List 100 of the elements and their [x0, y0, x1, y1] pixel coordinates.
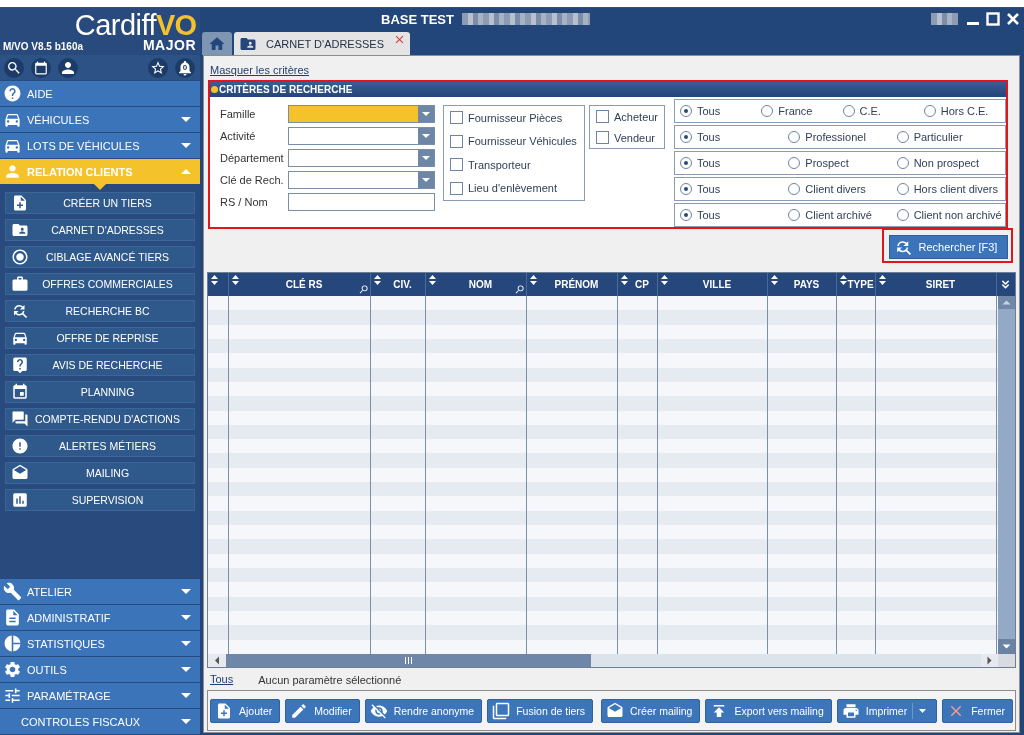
radio-button[interactable]	[680, 209, 692, 221]
scroll-left-icon[interactable]	[208, 654, 226, 667]
radio-button[interactable]	[788, 131, 801, 143]
radio-button[interactable]	[680, 105, 692, 117]
radio-label[interactable]: Professionel	[805, 131, 866, 143]
maximize-icon[interactable]	[986, 12, 1000, 26]
submenu-item[interactable]: OFFRES COMMERCIALES	[5, 273, 195, 295]
radio-label[interactable]: Tous	[697, 105, 721, 117]
home-tab[interactable]	[202, 32, 232, 55]
sort-arrows-icon[interactable]	[374, 275, 381, 285]
favorites-button[interactable]	[148, 57, 168, 78]
search-button[interactable]: Rechercher [F3]	[889, 235, 1008, 259]
checkbox[interactable]	[596, 131, 609, 144]
caret-down-icon[interactable]	[919, 708, 927, 713]
search-button[interactable]	[4, 57, 24, 78]
radio-button[interactable]	[896, 157, 909, 169]
search-icon[interactable]	[514, 284, 525, 295]
radio-button[interactable]	[788, 157, 801, 169]
dropdown-caret-icon[interactable]	[418, 150, 434, 166]
sidebar-item[interactable]: STATISTIQUES	[0, 631, 200, 656]
radio-button[interactable]	[788, 183, 801, 195]
submenu-item[interactable]: CRÉER UN TIERS	[5, 192, 195, 214]
sidebar-item[interactable]: PARAMÉTRAGE	[0, 683, 200, 708]
sidebar-item[interactable]: OUTILS	[0, 657, 200, 682]
action-button[interactable]: Export vers mailing	[705, 698, 832, 723]
dropdown-caret-icon[interactable]	[418, 128, 434, 144]
action-button[interactable]: Rendre anonyme	[364, 698, 483, 723]
submenu-item[interactable]: SUPERVISION	[5, 489, 195, 511]
radio-button[interactable]	[680, 131, 692, 143]
radio-button[interactable]	[896, 209, 909, 221]
checkbox-label[interactable]: Lieu d'enlèvement	[468, 182, 557, 195]
action-button[interactable]: Fermer	[942, 698, 1013, 723]
radio-label[interactable]: Hors C.E.	[940, 105, 989, 117]
sort-arrows-icon[interactable]	[232, 275, 239, 285]
checkbox[interactable]	[450, 134, 463, 148]
submenu-item[interactable]: CIBLAGE AVANCÉ TIERS	[5, 246, 195, 268]
checkbox[interactable]	[450, 111, 463, 125]
sidebar-item[interactable]: VÉHICULES	[0, 107, 200, 132]
sort-arrows-icon[interactable]	[771, 275, 778, 285]
radio-button[interactable]	[788, 209, 801, 221]
sidebar-item[interactable]: CONTROLES FISCAUX	[0, 709, 200, 734]
submenu-item[interactable]: PLANNING	[5, 381, 195, 403]
sort-arrows-icon[interactable]	[621, 275, 628, 285]
notifications-button[interactable]: 0	[175, 57, 195, 78]
close-icon[interactable]	[1006, 12, 1020, 26]
scroll-right-icon[interactable]	[981, 654, 998, 667]
sidebar-item[interactable]: LOTS DE VÉHICULES	[0, 133, 200, 158]
sort-arrows-icon[interactable]	[879, 275, 886, 285]
submenu-item[interactable]: OFFRE DE REPRISE	[5, 327, 195, 349]
all-link[interactable]: Tous	[210, 673, 234, 686]
dropdown-caret-icon[interactable]	[418, 106, 434, 122]
checkbox-label[interactable]: Fournisseur Pièces	[468, 111, 563, 124]
radio-button[interactable]	[680, 157, 692, 169]
scroll-up-icon[interactable]	[998, 296, 1015, 309]
submenu-item[interactable]: RECHERCHE BC	[5, 300, 195, 322]
vertical-scrollbar[interactable]	[998, 296, 1015, 654]
double-chevron-down-icon[interactable]	[999, 278, 1012, 291]
submenu-item[interactable]: CARNET D'ADRESSES	[5, 219, 195, 241]
text-field[interactable]	[288, 193, 435, 211]
sort-arrows-icon[interactable]	[840, 275, 847, 285]
submenu-item[interactable]: ALERTES MÉTIERS	[5, 435, 195, 457]
radio-label[interactable]: Tous	[697, 209, 721, 221]
radio-label[interactable]: C.E.	[859, 105, 881, 117]
radio-label[interactable]: Hors client divers	[913, 183, 998, 195]
radio-label[interactable]: Tous	[697, 157, 721, 169]
action-button[interactable]: Ajouter	[210, 698, 281, 723]
sidebar-item[interactable]: AIDE	[0, 81, 200, 106]
radio-label[interactable]: France	[778, 105, 813, 117]
tab[interactable]: CARNET D'ADRESSES	[234, 32, 411, 55]
calendar-button[interactable]	[31, 57, 51, 78]
dropdown-field[interactable]	[288, 105, 435, 123]
sidebar-item[interactable]: ATELIER	[0, 579, 200, 604]
checkbox[interactable]	[450, 181, 463, 195]
checkbox[interactable]	[596, 110, 609, 123]
action-button[interactable]: Imprimer	[836, 698, 938, 723]
search-icon[interactable]	[358, 284, 369, 295]
radio-button[interactable]	[761, 105, 774, 117]
dropdown-caret-icon[interactable]	[418, 172, 434, 188]
submenu-item[interactable]: AVIS DE RECHERCHE	[5, 354, 195, 376]
checkbox-label[interactable]: Transporteur	[468, 158, 531, 171]
dropdown-field[interactable]	[288, 149, 435, 167]
radio-label[interactable]: Particulier	[913, 131, 963, 143]
radio-label[interactable]: Tous	[697, 131, 721, 143]
radio-button[interactable]	[923, 105, 936, 117]
radio-label[interactable]: Tous	[697, 183, 721, 195]
hide-criteria-link[interactable]: Masquer les critères	[210, 64, 310, 77]
scroll-down-icon[interactable]	[998, 639, 1015, 654]
checkbox-label[interactable]: Acheteur	[614, 110, 659, 123]
sort-arrows-icon[interactable]	[661, 275, 668, 285]
action-button[interactable]: Créer mailing	[601, 698, 701, 723]
horizontal-scrollbar[interactable]	[208, 654, 998, 667]
radio-label[interactable]: Client non archivé	[913, 209, 1002, 221]
sort-arrows-icon[interactable]	[530, 275, 537, 285]
radio-button[interactable]	[896, 183, 909, 195]
radio-label[interactable]: Non prospect	[913, 157, 980, 169]
action-button[interactable]: Modifier	[285, 698, 360, 723]
radio-label[interactable]: Client archivé	[805, 209, 872, 221]
checkbox-label[interactable]: Vendeur	[614, 131, 655, 144]
radio-button[interactable]	[842, 105, 855, 117]
radio-button[interactable]	[896, 131, 909, 143]
